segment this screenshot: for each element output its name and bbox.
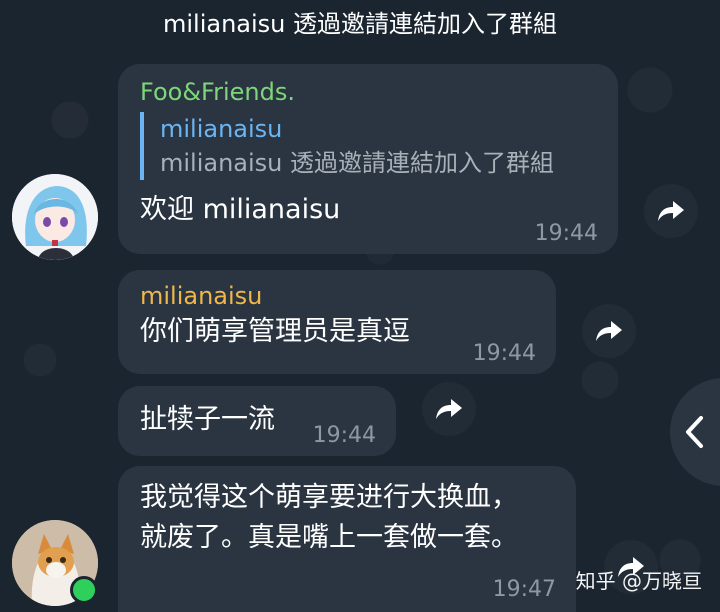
message-bubble[interactable]: Foo&Friends. milianaisu milianaisu 透過邀請連…: [118, 64, 618, 254]
forward-arrow-icon: [596, 321, 622, 341]
forward-arrow-icon: [436, 399, 462, 419]
message-text: 欢迎 milianaisu: [140, 194, 341, 225]
watermark: 知乎 @万晓亘: [575, 569, 702, 593]
message-text: 我觉得这个萌享要进行大换血，就废了。真是嘴上一套做一套。: [140, 482, 518, 553]
anime-girl-avatar-image: [12, 174, 98, 260]
reply-text: milianaisu 透過邀請連結加入了群組: [160, 149, 555, 177]
reply-sender-name: milianaisu: [160, 115, 283, 143]
avatar[interactable]: [12, 174, 98, 260]
reply-quote[interactable]: milianaisu milianaisu 透過邀請連結加入了群組: [140, 112, 598, 180]
forward-button[interactable]: [422, 382, 476, 436]
message-time: 19:44: [472, 341, 536, 366]
online-status-indicator: [70, 576, 98, 604]
service-message: milianaisu 透過邀請連結加入了群組: [162, 10, 558, 38]
forward-button[interactable]: [582, 304, 636, 358]
sender-name[interactable]: milianaisu: [140, 282, 536, 310]
forward-button[interactable]: [644, 184, 698, 238]
sender-name[interactable]: Foo&Friends.: [140, 78, 598, 106]
message-time: 19:44: [534, 221, 598, 246]
message-bubble[interactable]: 我觉得这个萌享要进行大换血，就废了。真是嘴上一套做一套。 19:47: [118, 466, 576, 612]
forward-arrow-icon: [658, 201, 684, 221]
message-time: 19:47: [492, 577, 556, 602]
message-time: 19:44: [312, 423, 376, 448]
message-bubble[interactable]: milianaisu 你们萌享管理员是真逗 19:44: [118, 270, 556, 374]
message-bubble[interactable]: 扯犊子一流 19:44: [118, 386, 396, 456]
chevron-left-icon: [686, 416, 703, 448]
